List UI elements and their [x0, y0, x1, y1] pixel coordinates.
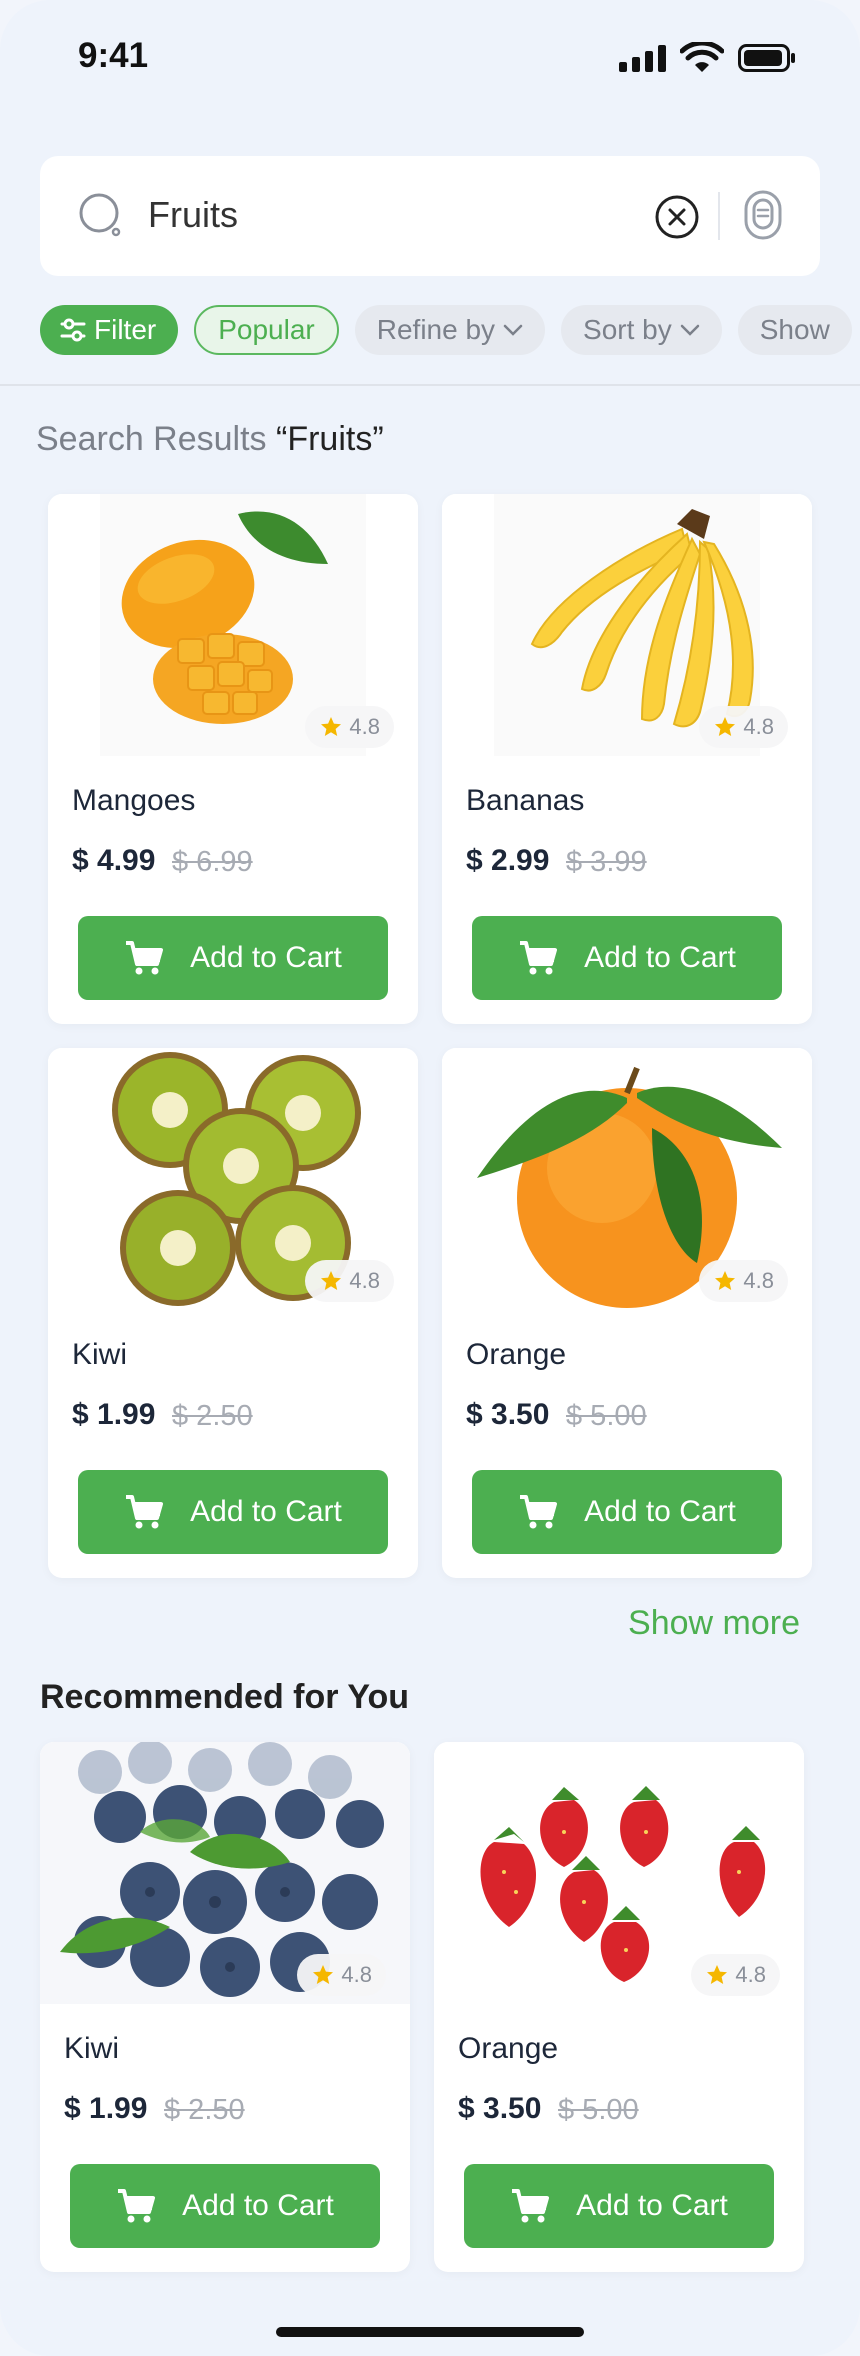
chevron-down-icon	[503, 324, 523, 336]
battery-icon	[738, 44, 795, 72]
results-query: “Fruits”	[276, 420, 384, 458]
add-to-cart-button[interactable]: Add to Cart	[464, 2164, 774, 2248]
popular-chip[interactable]: Popular	[194, 305, 339, 355]
product-price: $ 1.99	[72, 1398, 156, 1431]
rating-value: 4.8	[743, 714, 774, 739]
refine-by-chip[interactable]: Refine by	[354, 305, 546, 355]
filter-chips: Filter Popular Refine by Sort by Show	[40, 305, 852, 355]
product-name: Mangoes	[72, 784, 196, 817]
status-icons	[619, 42, 796, 74]
filter-chip[interactable]: Filter	[40, 305, 179, 355]
sliders-icon	[60, 318, 86, 342]
rating-value: 4.8	[735, 1962, 766, 1987]
status-time: 9:41	[78, 36, 149, 75]
product-old-price: $ 2.50	[172, 1400, 253, 1432]
add-to-cart-label: Add to Cart	[190, 1495, 342, 1528]
add-to-cart-button[interactable]: Add to Cart	[78, 916, 388, 1000]
filter-chip-label: Filter	[94, 314, 157, 345]
product-card[interactable]: 4.8 Orange $ 3.50 $ 5.00 Add to Cart	[442, 1048, 812, 1578]
rating-badge: 4.8	[699, 706, 788, 748]
star-icon	[321, 1271, 342, 1290]
cart-icon	[512, 2189, 550, 2223]
app-screen: 9:41 Fruits Filter Popular Refine by Sor…	[0, 0, 860, 2356]
search-icon	[79, 193, 121, 237]
add-to-cart-button[interactable]: Add to Cart	[472, 916, 782, 1000]
search-input[interactable]: Fruits	[148, 194, 238, 236]
star-icon	[715, 717, 736, 736]
product-old-price: $ 3.99	[566, 846, 647, 878]
search-divider	[718, 192, 720, 240]
product-name: Orange	[466, 1338, 567, 1371]
product-card[interactable]: 4.8 Mangoes $ 4.99 $ 6.99 Add to Cart	[48, 494, 418, 1024]
microphone-icon[interactable]	[740, 188, 786, 244]
product-old-price: $ 2.50	[164, 2094, 245, 2126]
product-name: Bananas	[466, 784, 585, 817]
star-icon	[321, 717, 342, 736]
add-to-cart-label: Add to Cart	[182, 2189, 334, 2222]
rating-badge: 4.8	[691, 1954, 780, 1996]
product-name: Kiwi	[72, 1338, 128, 1371]
show-chip[interactable]: Show	[737, 305, 852, 355]
show-more-link[interactable]: Show more	[628, 1604, 800, 1643]
product-old-price: $ 6.99	[172, 846, 253, 878]
add-to-cart-label: Add to Cart	[584, 1495, 736, 1528]
product-card[interactable]: 4.8 Kiwi $ 1.99 $ 2.50 Add to Cart	[48, 1048, 418, 1578]
rating-value: 4.8	[341, 1962, 372, 1987]
rating-badge: 4.8	[699, 1260, 788, 1302]
home-indicator[interactable]	[276, 2327, 584, 2337]
status-bar: 9:41	[0, 0, 860, 120]
recommended-title: Recommended for You	[40, 1678, 410, 1716]
product-price: $ 4.99	[72, 844, 156, 877]
clear-search-icon[interactable]	[654, 194, 700, 240]
section-divider	[0, 384, 860, 386]
rating-badge: 4.8	[305, 706, 394, 748]
popular-chip-label: Popular	[218, 314, 315, 345]
product-card[interactable]: 4.8 Orange $ 3.50 $ 5.00 Add to Cart	[434, 1742, 804, 2272]
product-card[interactable]: 4.8 Bananas $ 2.99 $ 3.99 Add to Cart	[442, 494, 812, 1024]
add-to-cart-button[interactable]: Add to Cart	[472, 1470, 782, 1554]
refine-by-label: Refine by	[376, 314, 496, 345]
show-chip-label: Show	[759, 314, 830, 345]
sort-by-label: Sort by	[583, 314, 672, 345]
star-icon	[715, 1271, 736, 1290]
cart-icon	[520, 941, 558, 975]
results-label: Search Results	[36, 420, 276, 458]
search-bar[interactable]: Fruits	[40, 156, 820, 276]
search-results-title: Search Results “Fruits”	[36, 420, 384, 459]
cart-icon	[126, 941, 164, 975]
cart-icon	[126, 1495, 164, 1529]
product-price: $ 3.50	[458, 2092, 542, 2125]
product-old-price: $ 5.00	[558, 2094, 639, 2126]
sort-by-chip[interactable]: Sort by	[561, 305, 722, 355]
rating-badge: 4.8	[305, 1260, 394, 1302]
add-to-cart-button[interactable]: Add to Cart	[70, 2164, 380, 2248]
cart-icon	[520, 1495, 558, 1529]
product-old-price: $ 5.00	[566, 1400, 647, 1432]
add-to-cart-label: Add to Cart	[576, 2189, 728, 2222]
rating-badge: 4.8	[297, 1954, 386, 1996]
cart-icon	[118, 2189, 156, 2223]
rating-value: 4.8	[349, 714, 380, 739]
add-to-cart-button[interactable]: Add to Cart	[78, 1470, 388, 1554]
product-name: Kiwi	[64, 2032, 120, 2065]
product-price: $ 2.99	[466, 844, 550, 877]
product-name: Orange	[458, 2032, 559, 2065]
product-price: $ 3.50	[466, 1398, 550, 1431]
add-to-cart-label: Add to Cart	[584, 941, 736, 974]
star-icon	[313, 1965, 334, 1984]
product-price: $ 1.99	[64, 2092, 148, 2125]
chevron-down-icon	[680, 324, 699, 336]
signal-icon	[619, 44, 666, 72]
product-card[interactable]: 4.8 Kiwi $ 1.99 $ 2.50 Add to Cart	[40, 1742, 410, 2272]
rating-value: 4.8	[743, 1268, 774, 1293]
wifi-icon	[680, 42, 724, 72]
add-to-cart-label: Add to Cart	[190, 941, 342, 974]
rating-value: 4.8	[349, 1268, 380, 1293]
star-icon	[707, 1965, 728, 1984]
